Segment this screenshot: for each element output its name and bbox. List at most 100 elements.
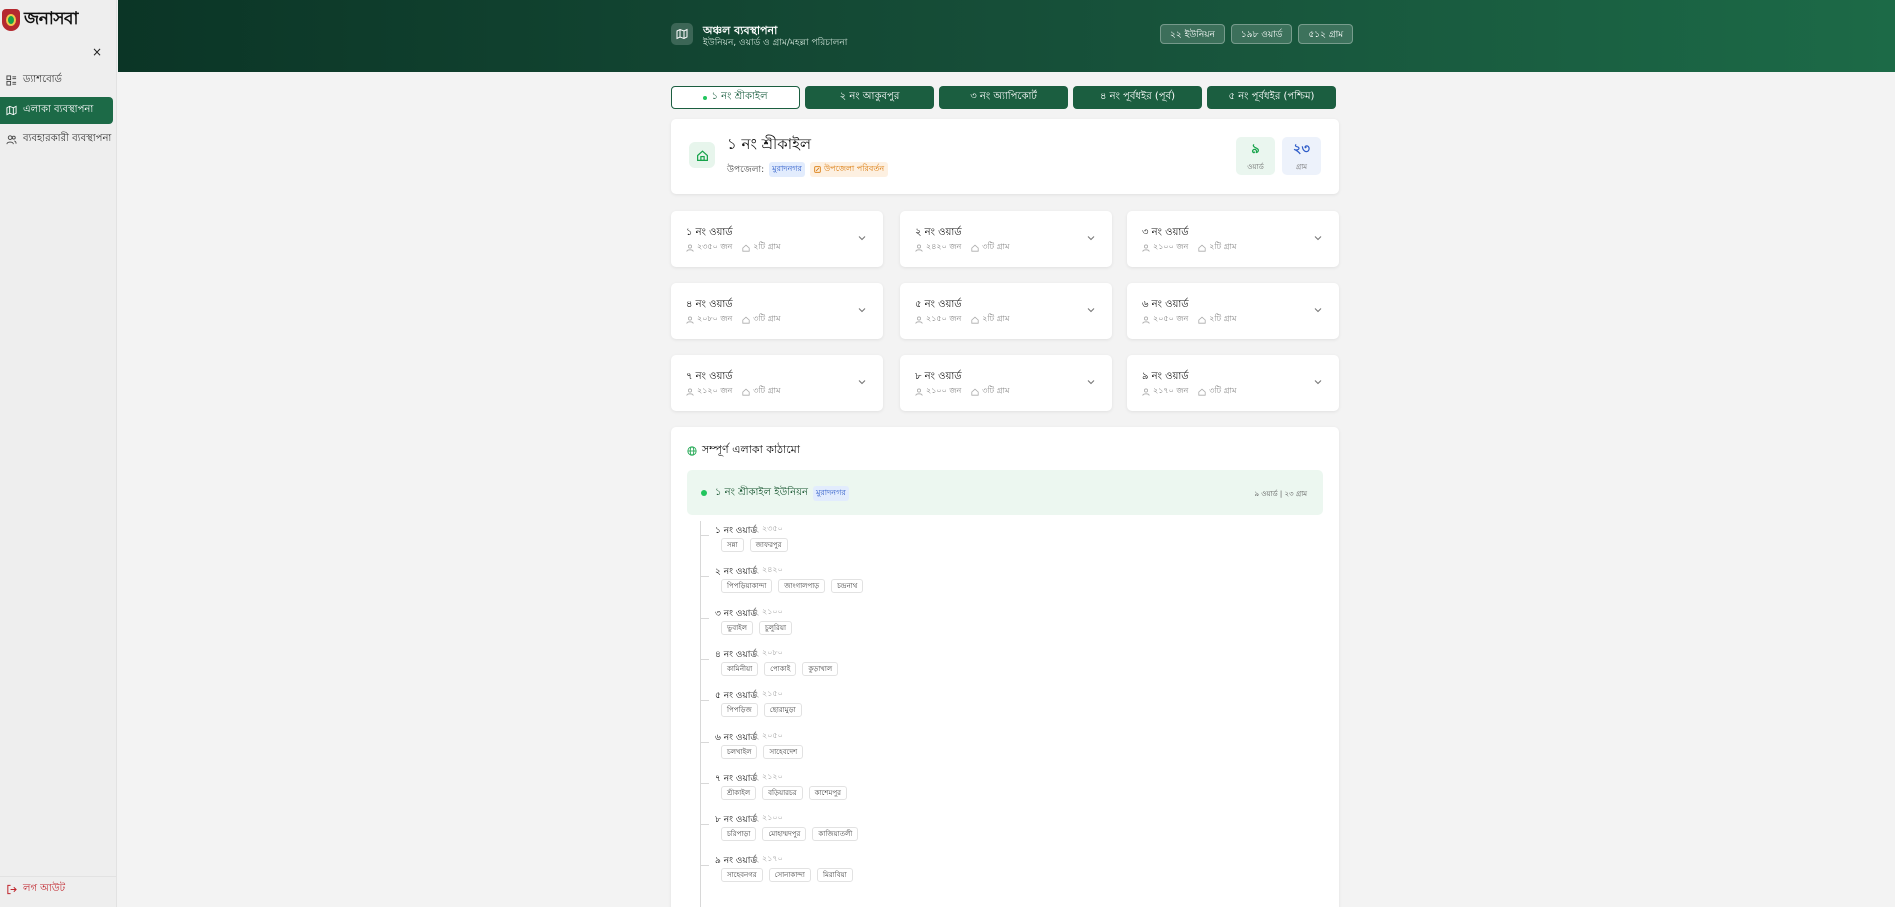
structure-ward-name: ২ নং ওয়ার্ড (715, 567, 757, 578)
chevron-down-icon[interactable] (857, 305, 867, 315)
union-tabs: ১ নং শ্রীকাইল ২ নং আকুবপুর ৩ নং অ্যাপিকো… (671, 86, 1336, 109)
page-header: অঞ্চল ব্যবস্থাপনা ইউনিয়ন, ওয়ার্ড ও গ্র… (118, 0, 1895, 72)
chevron-down-icon[interactable] (857, 233, 867, 243)
logout-button[interactable]: লগ আউট (0, 876, 117, 902)
structure-ward-population: ২৩৫০ (752, 523, 783, 536)
village-chip[interactable]: কাশেমপুর (808, 785, 847, 800)
village-chip[interactable]: পিপড়িয়াকান্দা (721, 579, 773, 594)
structure-union-counts: ৯ ওয়ার্ড | ২৩ গ্রাম (1254, 490, 1307, 498)
person-icon (686, 316, 694, 324)
tab-union-2[interactable]: ২ নং আকুবপুর (805, 86, 934, 109)
person-icon (752, 526, 759, 533)
sidebar-item-dashboard[interactable]: ড্যাশবোর্ড (0, 67, 113, 94)
chevron-down-icon[interactable] (1313, 233, 1323, 243)
person-icon (915, 244, 923, 252)
person-icon (915, 388, 923, 396)
ward-card[interactable]: ১ নং ওয়ার্ড ২৩৫০ জন ২টি গ্রাম (671, 211, 883, 267)
change-upazila-button[interactable]: উপজেলা পরিবর্তন (809, 162, 889, 177)
village-chip[interactable]: জাফরপুর (749, 538, 788, 552)
app-logo[interactable]: জনাসবা (2, 6, 78, 34)
logout-label: লগ আউট (23, 883, 66, 894)
sidebar-item-user-management[interactable]: ব্যবহারকারী ব্যবস্থাপনা (0, 126, 113, 153)
chevron-down-icon[interactable] (1086, 305, 1096, 315)
village-chip[interactable]: জাংগালপাড় (778, 579, 826, 594)
ward-card[interactable]: ৯ নং ওয়ার্ড ২১৭০ জন ৩টি গ্রাম (1127, 355, 1339, 411)
structure-ward-name: ৬ নং ওয়ার্ড (715, 732, 757, 743)
ward-stats: ২৪২০ জন ৩টি গ্রাম (915, 241, 1009, 254)
ward-card[interactable]: ৪ নং ওয়ার্ড ২০৮০ জন ৩টি গ্রাম (671, 283, 883, 339)
village-chip-list: পিপড়িজ ছোরামুড়া (721, 703, 802, 718)
person-icon (752, 732, 759, 740)
ward-population: ২১২০ জন (686, 385, 732, 398)
structure-ward-population: ২১৫০ (752, 688, 783, 701)
village-chip[interactable]: সন্না (721, 538, 744, 552)
structure-union-row[interactable]: ১ নং শ্রীকাইল ইউনিয়ন মুরাদনগর ৯ ওয়ার্ড… (687, 470, 1323, 515)
ward-village-count: ২টি গ্রাম (971, 313, 1009, 326)
village-chip[interactable]: চুলুরিয়া (759, 620, 793, 635)
chevron-down-icon[interactable] (857, 377, 867, 387)
home-icon (971, 244, 979, 252)
tab-union-3[interactable]: ৩ নং অ্যাপিকোর্ট (939, 86, 1068, 109)
chevron-down-icon[interactable] (1086, 377, 1096, 387)
tab-union-1[interactable]: ১ নং শ্রীকাইল (671, 86, 800, 109)
ward-stats: ২৩৫০ জন ২টি গ্রাম (686, 241, 780, 254)
ward-village-count: ৩টি গ্রাম (971, 241, 1009, 254)
header-summary-pills: ২২ ইউনিয়ন ১৯৮ ওয়ার্ড ৫১২ গ্রাম (1160, 24, 1354, 44)
union-name: ১ নং শ্রীকাইল (727, 135, 812, 153)
structure-ward-population: ২১০০ (752, 812, 783, 825)
ward-population: ২১৫০ জন (915, 313, 961, 326)
ward-stat-label: ওয়ার্ড (1247, 162, 1264, 171)
ward-stat-value: ৯ (1251, 141, 1260, 157)
village-chip[interactable]: কুড়াখাল (802, 661, 839, 676)
ward-population: ২৩৫০ জন (686, 241, 732, 254)
village-chip[interactable]: সাহেবনগর (721, 868, 763, 883)
tab-union-5[interactable]: ৫ নং পূর্বধইর (পশ্চিম) (1207, 86, 1336, 109)
village-chip[interactable]: কাজিয়াতলী (812, 827, 859, 842)
tree-branch (701, 782, 709, 784)
chevron-down-icon[interactable] (1313, 377, 1323, 387)
village-chip[interactable]: সাহেবদেশ (763, 744, 804, 759)
sidebar-item-area-management[interactable]: এলাকা ব্যবস্থাপনা (0, 97, 113, 124)
union-summary-card: ১ নং শ্রীকাইল উপজেলা: মুরাদনগর উপজেলা পর… (671, 119, 1339, 194)
village-chip[interactable]: পিপড়িজ (721, 703, 758, 718)
village-chip[interactable]: মোহাম্মদপুর (762, 827, 807, 842)
structure-upazila-badge: মুরাদনগর (812, 486, 849, 501)
village-chip[interactable]: পোকাই (764, 661, 797, 676)
person-icon (1142, 388, 1150, 396)
ward-card[interactable]: ৩ নং ওয়ার্ড ২১০০ জন ২টি গ্রাম (1127, 211, 1339, 267)
home-icon (689, 142, 715, 168)
home-icon (971, 388, 979, 396)
ward-card[interactable]: ৭ নং ওয়ার্ড ২১২০ জন ৩টি গ্রাম (671, 355, 883, 411)
person-icon (752, 650, 759, 657)
village-chip[interactable]: চলখাইল (721, 744, 758, 759)
village-chip[interactable]: ছোরামুড়া (763, 703, 802, 718)
structure-union-name: ১ নং শ্রীকাইল ইউনিয়ন মুরাদনগর (715, 485, 849, 502)
ward-card[interactable]: ২ নং ওয়ার্ড ২৪২০ জন ৩টি গ্রাম (900, 211, 1112, 267)
chevron-down-icon[interactable] (1313, 305, 1323, 315)
tree-branch (701, 576, 709, 578)
ward-village-count: ২টি গ্রাম (1198, 241, 1236, 254)
page-subtitle: ইউনিয়ন, ওয়ার্ড ও গ্রাম/মহল্লা পরিচালনা (703, 38, 848, 48)
village-chip-list: শ্রীকাইল বড়িয়ারচর কাশেমপুর (721, 785, 847, 800)
village-chip[interactable]: চন্দ্রনাথ (831, 579, 864, 594)
village-chip[interactable]: মিরাবিয়া (816, 868, 853, 883)
area-structure-panel: সম্পূর্ণ এলাকা কাঠামো ১ নং শ্রীকাইল ইউনি… (671, 427, 1339, 907)
structure-title: সম্পূর্ণ এলাকা কাঠামো (687, 441, 800, 460)
village-chip[interactable]: কামিনীয়া (721, 661, 759, 676)
chevron-down-icon[interactable] (1086, 233, 1096, 243)
ward-stat-box: ৯ ওয়ার্ড (1236, 137, 1275, 175)
village-chip[interactable]: শ্রীকাইল (721, 785, 757, 800)
village-chip[interactable]: ভুবাইল (721, 620, 753, 635)
village-chip-list: চরিপাড়া মোহাম্মদপুর কাজিয়াতলী (721, 827, 859, 842)
tab-union-4[interactable]: ৪ নং পূর্বধইর (পূর্ব) (1073, 86, 1202, 109)
ward-card[interactable]: ৬ নং ওয়ার্ড ২০৫০ জন ২টি গ্রাম (1127, 283, 1339, 339)
ward-village-count: ৩টি গ্রাম (1198, 385, 1236, 398)
village-chip[interactable]: সোনাকান্দা (768, 868, 811, 883)
ward-card[interactable]: ৮ নং ওয়ার্ড ২১০০ জন ৩টি গ্রাম (900, 355, 1112, 411)
village-chip[interactable]: চরিপাড়া (721, 827, 757, 842)
close-sidebar-icon[interactable]: × (91, 45, 103, 59)
ward-card[interactable]: ৫ নং ওয়ার্ড ২১৫০ জন ২টি গ্রাম (900, 283, 1112, 339)
village-chip-list: কামিনীয়া পোকাই কুড়াখাল (721, 661, 839, 676)
village-chip[interactable]: বড়িয়ারচর (762, 785, 803, 800)
tab-label: ৪ নং পূর্বধইর (পূর্ব) (1099, 91, 1176, 102)
